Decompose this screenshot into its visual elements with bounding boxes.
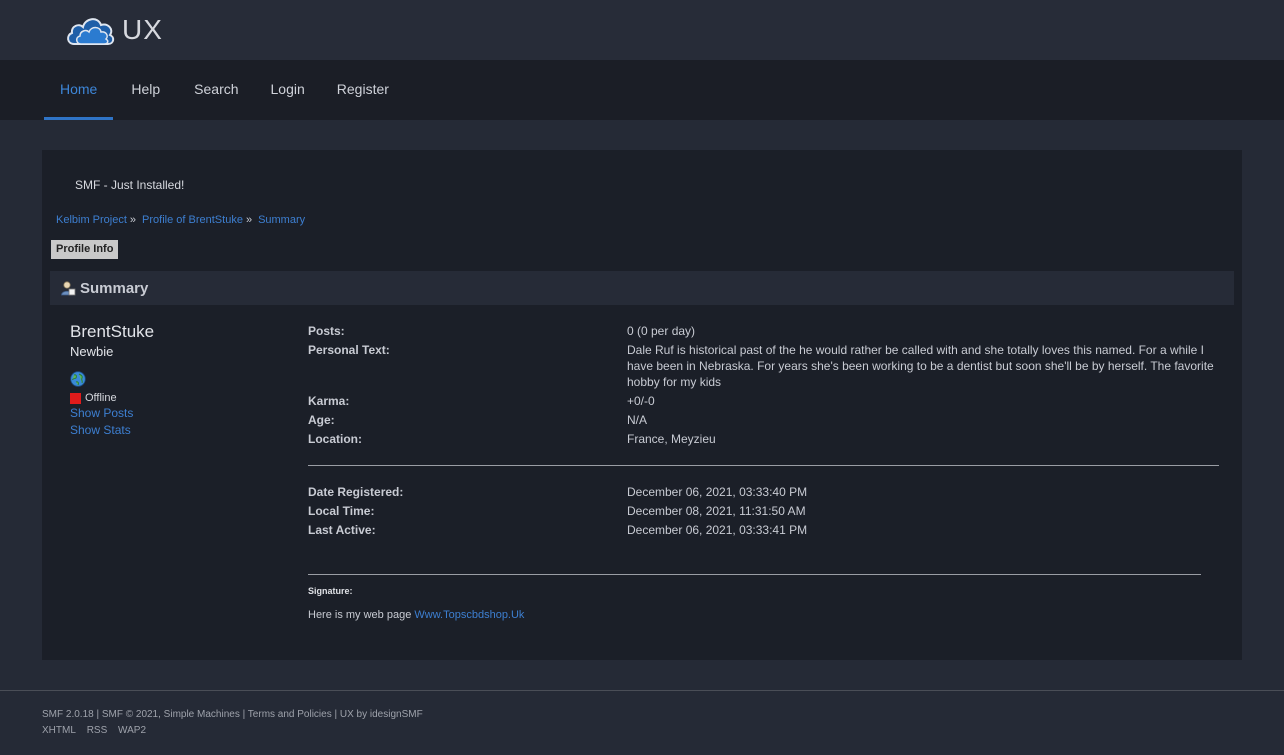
member-group: Newbie xyxy=(70,344,114,359)
nav-home[interactable]: Home xyxy=(44,60,114,120)
signature-link[interactable]: Www.Topscbdshop.Uk xyxy=(414,609,524,621)
site-footer: SMF 2.0.18 | SMF © 2021, Simple Machines… xyxy=(0,690,1284,755)
breadcrumb: Kelbim Project» Profile of BrentStuke» Sum… xyxy=(56,214,305,226)
detail-value: December 06, 2021, 03:33:40 PM xyxy=(627,485,808,499)
footer-credits[interactable]: SMF 2.0.18 | SMF © 2021, Simple Machines… xyxy=(42,709,423,720)
signature-text: Here is my web page Www.Topscbdshop.Uk xyxy=(308,609,524,621)
forum-title: SMF - Just Installed! xyxy=(75,178,185,192)
detail-value: 0 (0 per day) xyxy=(627,324,696,338)
detail-value: France, Meyzieu xyxy=(627,432,716,446)
site-header: UX xyxy=(0,0,1284,60)
detail-label: Age: xyxy=(308,413,335,427)
section-title: Summary xyxy=(80,279,149,297)
summary-header: Summary xyxy=(50,271,1234,305)
detail-value: +0/-0 xyxy=(627,394,655,408)
detail-label: Location: xyxy=(308,432,362,446)
detail-value: December 08, 2021, 11:31:50 AM xyxy=(627,504,806,518)
site-logo[interactable]: UX xyxy=(64,10,163,50)
breadcrumb-summary[interactable]: Summary xyxy=(258,214,305,226)
breadcrumb-forum[interactable]: Kelbim Project xyxy=(56,214,127,226)
online-status: Offline xyxy=(70,392,270,404)
username: BrentStuke xyxy=(70,322,155,341)
logo-text: UX xyxy=(122,14,163,45)
user-card: BrentStuke Newbie Offline Show Posts Sho… xyxy=(70,322,270,438)
divider xyxy=(308,465,1219,466)
globe-icon[interactable] xyxy=(70,371,86,387)
footer-link-xhtml[interactable]: XHTML xyxy=(42,725,76,736)
detail-label: Local Time: xyxy=(308,504,375,518)
nav-register[interactable]: Register xyxy=(321,60,405,120)
user-summary-icon xyxy=(61,281,76,296)
breadcrumb-separator: » xyxy=(245,214,253,226)
detail-value: December 06, 2021, 03:33:41 PM xyxy=(627,523,808,537)
detail-label: Karma: xyxy=(308,394,350,408)
main-nav: Home Help Search Login Register xyxy=(0,60,1284,120)
signature-divider xyxy=(308,574,1201,575)
footer-link-rss[interactable]: RSS xyxy=(87,725,108,736)
status-text: Offline xyxy=(85,392,117,404)
nav-help[interactable]: Help xyxy=(113,60,178,120)
cloud-icon xyxy=(67,18,115,45)
detail-label: Personal Text: xyxy=(308,343,390,357)
footer-link-wap2[interactable]: WAP2 xyxy=(118,725,146,736)
show-posts-link[interactable]: Show Posts xyxy=(70,405,270,421)
signature-label: Signature: xyxy=(308,586,353,596)
offline-status-icon xyxy=(70,392,81,404)
breadcrumb-profile[interactable]: Profile of BrentStuke xyxy=(142,214,243,226)
footer-links: XHTML RSS WAP2 xyxy=(42,725,154,736)
breadcrumb-separator: » xyxy=(129,214,137,226)
show-stats-link[interactable]: Show Stats xyxy=(70,422,270,438)
content-panel: SMF - Just Installed! Kelbim Project» Pro… xyxy=(42,150,1242,660)
detail-label: Last Active: xyxy=(308,523,376,537)
nav-login[interactable]: Login xyxy=(255,60,321,120)
detail-label: Posts: xyxy=(308,324,345,338)
signature-body: Here is my web page xyxy=(308,609,415,621)
detail-value: N/A xyxy=(627,413,648,427)
nav-search[interactable]: Search xyxy=(178,60,254,120)
profile-info-tab[interactable]: Profile Info xyxy=(51,240,119,259)
detail-value: Dale Ruf is historical past of the he wo… xyxy=(627,343,1214,389)
detail-label: Date Registered: xyxy=(308,485,404,499)
